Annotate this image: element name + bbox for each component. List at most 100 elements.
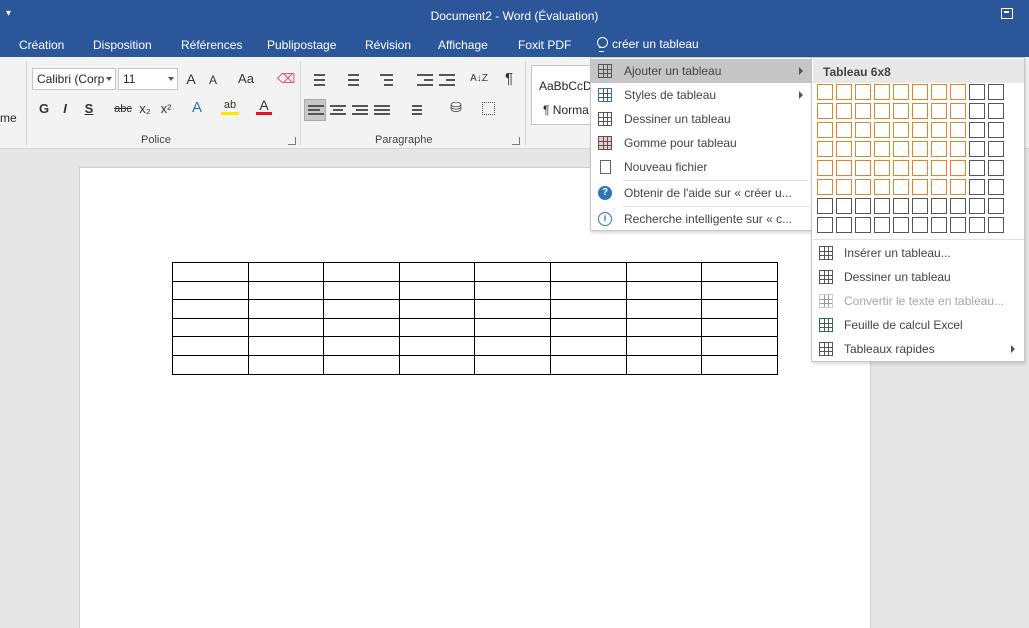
- grid-cell[interactable]: [988, 179, 1004, 195]
- grid-cell[interactable]: [817, 122, 833, 138]
- grid-cell[interactable]: [836, 141, 852, 157]
- table-cell[interactable]: [625, 317, 703, 338]
- grid-cell[interactable]: [912, 122, 928, 138]
- grid-cell[interactable]: [836, 198, 852, 214]
- grid-cell[interactable]: [874, 103, 890, 119]
- multilevel-list-icon[interactable]: [377, 73, 393, 87]
- grid-cell[interactable]: [912, 160, 928, 176]
- grid-cell[interactable]: [874, 141, 890, 157]
- tab-affichage[interactable]: Affichage: [438, 38, 488, 52]
- table-cell[interactable]: [549, 262, 627, 282]
- table-cell[interactable]: [172, 262, 249, 282]
- grid-cell[interactable]: [950, 84, 966, 100]
- grid-cell[interactable]: [893, 141, 909, 157]
- table-cell[interactable]: [474, 262, 551, 282]
- grid-cell[interactable]: [874, 84, 890, 100]
- grid-cell[interactable]: [969, 141, 985, 157]
- grid-cell[interactable]: [931, 122, 947, 138]
- table-cell[interactable]: [625, 280, 703, 301]
- grid-cell[interactable]: [836, 103, 852, 119]
- menu-item-styles-tableau[interactable]: Styles de tableau: [591, 83, 811, 107]
- table-cell[interactable]: [247, 299, 325, 319]
- align-center-icon[interactable]: [330, 104, 346, 118]
- grid-cell[interactable]: [893, 160, 909, 176]
- menu-item-dessiner-tableau-2[interactable]: Dessiner un tableau: [812, 265, 1024, 289]
- grid-cell[interactable]: [855, 198, 871, 214]
- grid-cell[interactable]: [855, 217, 871, 233]
- grid-cell[interactable]: [817, 84, 833, 100]
- borders-icon[interactable]: [482, 102, 495, 115]
- menu-item-feuille-excel[interactable]: Feuille de calcul Excel: [812, 313, 1024, 337]
- grid-cell[interactable]: [817, 217, 833, 233]
- table-cell[interactable]: [247, 280, 325, 301]
- grid-cell[interactable]: [893, 198, 909, 214]
- grid-cell[interactable]: [836, 179, 852, 195]
- grid-cell[interactable]: [931, 198, 947, 214]
- grid-cell[interactable]: [988, 141, 1004, 157]
- grid-cell[interactable]: [817, 179, 833, 195]
- grid-cell[interactable]: [874, 122, 890, 138]
- table-cell[interactable]: [701, 262, 778, 282]
- strikethrough-button[interactable]: abc: [112, 99, 134, 119]
- subscript-button[interactable]: x₂: [137, 99, 153, 119]
- decrease-indent-icon[interactable]: [417, 73, 433, 87]
- grid-cell[interactable]: [950, 179, 966, 195]
- grid-cell[interactable]: [969, 122, 985, 138]
- table-cell[interactable]: [172, 280, 249, 301]
- grid-cell[interactable]: [912, 84, 928, 100]
- table-cell[interactable]: [701, 354, 778, 375]
- grid-cell[interactable]: [931, 179, 947, 195]
- grid-cell[interactable]: [912, 141, 928, 157]
- grid-cell[interactable]: [950, 217, 966, 233]
- table-cell[interactable]: [247, 317, 325, 338]
- font-color-button[interactable]: A: [256, 97, 272, 115]
- grid-cell[interactable]: [988, 160, 1004, 176]
- table-cell[interactable]: [398, 262, 476, 282]
- table-cell[interactable]: [701, 317, 778, 338]
- font-name-dropdown[interactable]: Calibri (Corp: [32, 68, 116, 90]
- table-cell[interactable]: [474, 299, 551, 319]
- bold-button[interactable]: G: [38, 99, 50, 119]
- table-cell[interactable]: [247, 354, 325, 375]
- grid-cell[interactable]: [931, 84, 947, 100]
- table-cell[interactable]: [172, 317, 249, 338]
- menu-item-inserer-tableau[interactable]: Insérer un tableau...: [812, 241, 1024, 265]
- document-table[interactable]: [172, 262, 778, 375]
- grid-cell[interactable]: [969, 217, 985, 233]
- table-cell[interactable]: [323, 317, 400, 338]
- table-cell[interactable]: [474, 280, 551, 301]
- table-cell[interactable]: [549, 336, 627, 356]
- table-cell[interactable]: [474, 336, 551, 356]
- line-spacing-icon[interactable]: [406, 104, 422, 118]
- table-cell[interactable]: [323, 299, 400, 319]
- show-marks-button[interactable]: ¶: [501, 69, 517, 89]
- grid-cell[interactable]: [893, 179, 909, 195]
- grid-cell[interactable]: [874, 160, 890, 176]
- grid-cell[interactable]: [836, 84, 852, 100]
- table-cell[interactable]: [625, 354, 703, 375]
- increase-indent-icon[interactable]: [439, 73, 455, 87]
- table-cell[interactable]: [398, 280, 476, 301]
- numbering-icon[interactable]: [343, 73, 359, 87]
- grid-cell[interactable]: [912, 198, 928, 214]
- italic-button[interactable]: I: [60, 99, 70, 119]
- grid-cell[interactable]: [893, 103, 909, 119]
- table-cell[interactable]: [247, 262, 325, 282]
- bullets-icon[interactable]: [309, 73, 325, 87]
- grid-cell[interactable]: [817, 141, 833, 157]
- justify-icon[interactable]: [374, 104, 390, 118]
- tab-publipostage[interactable]: Publipostage: [267, 38, 336, 52]
- document-page[interactable]: [79, 167, 871, 628]
- grid-cell[interactable]: [950, 122, 966, 138]
- table-cell[interactable]: [323, 280, 400, 301]
- table-cell[interactable]: [474, 354, 551, 375]
- grid-cell[interactable]: [836, 122, 852, 138]
- tab-references[interactable]: Références: [181, 38, 242, 52]
- table-cell[interactable]: [398, 336, 476, 356]
- shading-icon[interactable]: ⛁: [447, 97, 465, 117]
- grid-cell[interactable]: [950, 103, 966, 119]
- grid-cell[interactable]: [893, 122, 909, 138]
- table-cell[interactable]: [549, 299, 627, 319]
- table-cell[interactable]: [549, 280, 627, 301]
- grid-cell[interactable]: [969, 103, 985, 119]
